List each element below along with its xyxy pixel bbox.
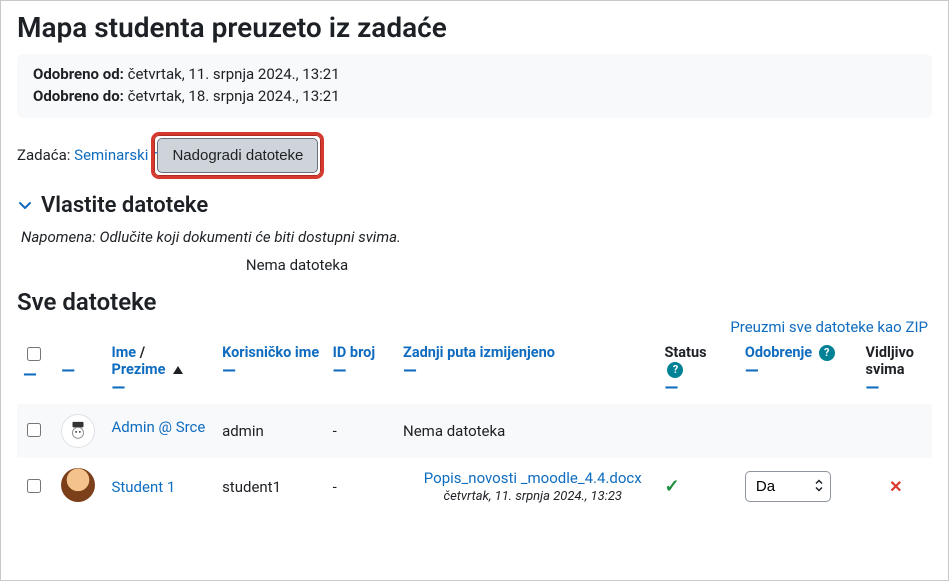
avatar (61, 468, 95, 502)
hide-col-lastmod[interactable]: — (403, 363, 417, 381)
hide-col-name[interactable]: — (111, 380, 125, 398)
idnumber-cell: - (327, 458, 397, 516)
own-files-note: Napomena: Odlučite koji dokumenti će bit… (21, 228, 932, 246)
sort-asc-icon (173, 366, 183, 374)
own-files-toggle[interactable]: Vlastite datoteke (17, 187, 932, 224)
header-status: Status (664, 344, 706, 361)
row-checkbox[interactable] (27, 479, 41, 493)
header-idnumber[interactable]: ID broj (333, 344, 375, 361)
hide-col-status[interactable]: — (664, 380, 678, 398)
username-cell: student1 (216, 458, 327, 516)
approved-from-label: Odobreno od: (33, 65, 124, 83)
header-visible: Vidljivo svima (866, 344, 914, 378)
approval-select[interactable]: Da (745, 471, 831, 502)
all-files-heading: Sve datoteke (17, 288, 932, 316)
header-firstname[interactable]: Ime (111, 344, 136, 361)
username-cell: admin (216, 404, 327, 458)
avatar (61, 414, 95, 448)
row-checkbox[interactable] (27, 423, 41, 437)
page-title: Mapa studenta preuzeto iz zadaće (17, 11, 932, 44)
files-table: — — Ime / Prezime — Korisničko ime — (17, 338, 932, 516)
hide-col-avatar[interactable]: — (61, 363, 75, 381)
check-icon: ✓ (664, 476, 679, 497)
file-cell: Nema datoteka (397, 404, 658, 458)
file-date: četvrtak, 11. srpnja 2024., 13:23 (413, 489, 652, 504)
header-name-sep: / (140, 344, 145, 361)
approval-help-icon[interactable]: ? (819, 345, 835, 361)
download-zip-link[interactable]: Preuzmi sve datoteke kao ZIP (730, 318, 928, 336)
status-help-icon[interactable]: ? (667, 362, 683, 378)
table-row: Admin @ Srce admin - Nema datoteka (17, 404, 932, 458)
file-link[interactable]: Popis_novosti _moodle_4.4.docx (424, 469, 642, 487)
delete-icon[interactable]: ✕ (889, 477, 902, 496)
select-all-checkbox[interactable] (27, 347, 41, 361)
header-surname[interactable]: Prezime (111, 361, 165, 378)
approved-to-label: Odobreno do: (33, 87, 124, 105)
hide-col-approval[interactable]: — (745, 363, 759, 381)
upgrade-files-button[interactable]: Nadogradi datoteke (157, 138, 318, 173)
header-username[interactable]: Korisničko ime (222, 344, 319, 361)
idnumber-cell: - (327, 404, 397, 458)
user-link[interactable]: Admin @ Srce (111, 418, 205, 436)
task-label: Zadaća: (17, 146, 70, 164)
approved-to-value: četvrtak, 18. srpnja 2024., 13:21 (128, 87, 340, 105)
hide-col-username[interactable]: — (222, 363, 236, 381)
approved-from-value: četvrtak, 11. srpnja 2024., 13:21 (128, 65, 340, 83)
header-approval[interactable]: Odobrenje (745, 344, 812, 361)
user-link[interactable]: Student 1 (111, 478, 175, 496)
hide-col-select[interactable]: — (23, 367, 37, 385)
table-row: Student 1 student1 - Popis_novosti _mood… (17, 458, 932, 516)
hide-col-idnumber[interactable]: — (333, 363, 347, 381)
approved-dates-box: Odobreno od: četvrtak, 11. srpnja 2024.,… (17, 54, 932, 118)
own-files-heading: Vlastite datoteke (41, 193, 208, 218)
header-lastmod[interactable]: Zadnji puta izmijenjeno (403, 344, 555, 361)
own-files-empty: Nema datoteka (17, 256, 577, 274)
chevron-down-icon (17, 197, 33, 213)
hide-col-visible[interactable]: — (866, 380, 880, 398)
